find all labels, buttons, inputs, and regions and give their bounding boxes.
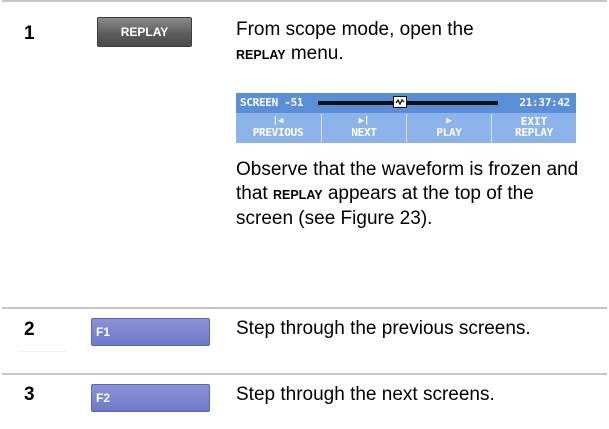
- screen-counter: SCREEN -51: [240, 96, 304, 109]
- next-label: NEXT: [351, 126, 377, 139]
- previous-label: PREVIOUS: [252, 126, 304, 139]
- replay-keyword: REPLAY: [272, 188, 323, 202]
- step-separator: [2, 373, 607, 375]
- f1-key[interactable]: F1: [91, 318, 210, 346]
- replay-keyword: REPLAY: [236, 48, 286, 62]
- exit-replay-softkey[interactable]: EXIT REPLAY: [492, 113, 576, 143]
- next-softkey[interactable]: ▶| NEXT: [322, 113, 406, 143]
- f2-key[interactable]: F2: [91, 384, 210, 412]
- replay-menu: SCREEN -51 21:37:42 |◀ PREVIOUS ▶| NEXT …: [236, 93, 576, 143]
- step-1-text: From scope mode, open the REPLAY menu.: [236, 18, 596, 67]
- step-number: 3: [24, 384, 35, 405]
- step-3: 3 F2 Step through the next screens.: [2, 373, 607, 429]
- clock-time: 21:37:42: [519, 96, 570, 109]
- step-separator: [2, 0, 607, 2]
- step-number: 1: [24, 23, 35, 44]
- exit-label-line2: REPLAY: [515, 126, 553, 139]
- step-1: 1 REPLAY From scope mode, open the REPLA…: [2, 0, 607, 307]
- divider: [18, 351, 66, 352]
- step-1-text-main: From scope mode, open the: [236, 19, 474, 40]
- replay-softkey-bar: |◀ PREVIOUS ▶| NEXT ▶ PLAY EXIT REPLAY: [236, 113, 576, 143]
- step-number: 2: [24, 319, 35, 340]
- step-1-text-end: menu.: [285, 43, 344, 64]
- step-3-text: Step through the next screens.: [236, 384, 495, 405]
- previous-softkey[interactable]: |◀ PREVIOUS: [236, 113, 320, 143]
- step-2-text: Step through the previous screens.: [236, 318, 531, 339]
- replay-status-bar: SCREEN -51 21:37:42: [236, 93, 576, 113]
- replay-key[interactable]: REPLAY: [97, 17, 192, 47]
- step-1-note: Observe that the waveform is frozen and …: [236, 158, 596, 231]
- play-label: PLAY: [436, 126, 462, 139]
- play-softkey[interactable]: ▶ PLAY: [407, 113, 491, 143]
- waveform-marker-icon: [393, 96, 407, 108]
- step-2: 2 F1 Step through the previous screens.: [2, 307, 607, 373]
- step-separator: [2, 307, 607, 309]
- replay-progress-track: [318, 101, 498, 105]
